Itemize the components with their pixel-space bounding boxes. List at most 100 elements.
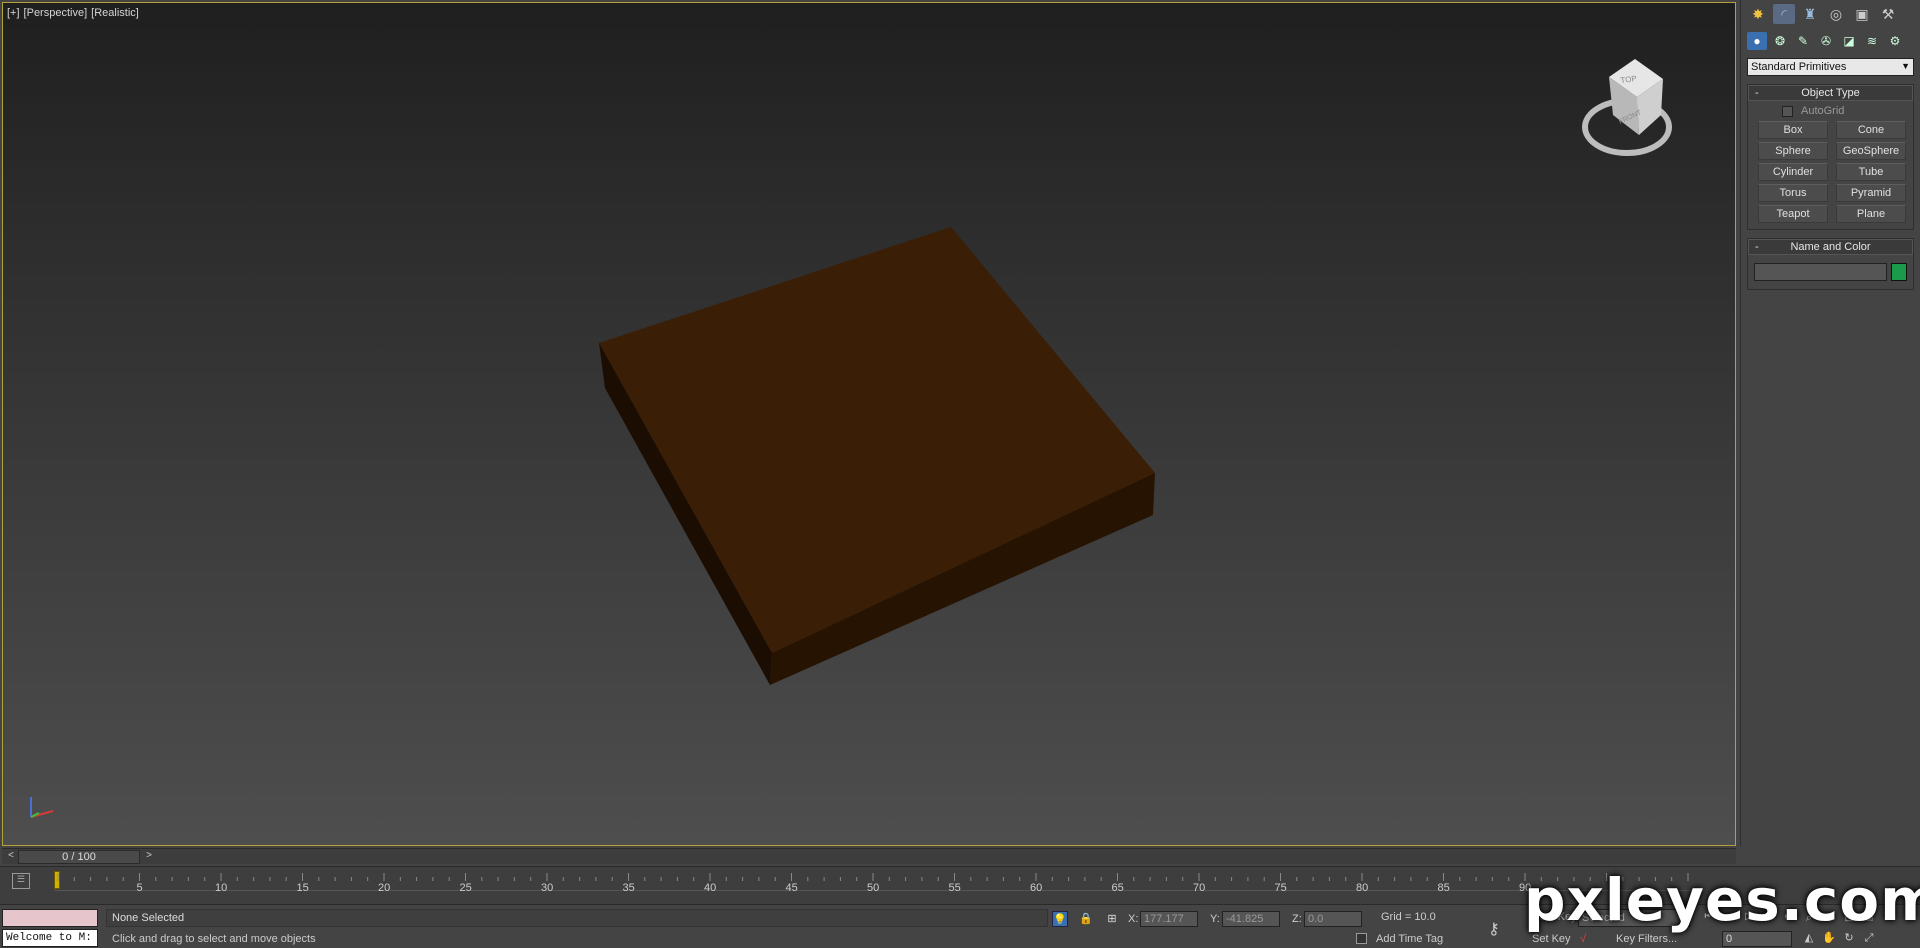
ruler-tick-label: 60	[1030, 882, 1043, 894]
geometry-icon[interactable]: ●	[1747, 32, 1767, 50]
zoom-all-icon[interactable]: ⊕	[1820, 909, 1838, 927]
cameras-icon[interactable]: ✇	[1816, 32, 1836, 50]
play-icon[interactable]: ▷	[1740, 909, 1758, 925]
box-button[interactable]: Box	[1758, 121, 1828, 139]
ruler-tick-label: 5	[136, 882, 143, 894]
status-bar: Welcome to M: None Selected Click and dr…	[0, 904, 1920, 948]
create-tab-icon[interactable]: ✸	[1747, 4, 1769, 24]
autogrid-label: AutoGrid	[1801, 105, 1845, 117]
maxscript-listener-input[interactable]	[2, 909, 98, 927]
display-tab-icon[interactable]: ▣	[1851, 4, 1873, 24]
time-slider[interactable]: < 0 / 100 >	[2, 848, 1736, 864]
box-top-face	[599, 227, 1155, 653]
object-type-rollout: - Object Type AutoGrid Box Cone Sphere G…	[1747, 84, 1914, 230]
rollout-title: Object Type	[1801, 87, 1860, 99]
welcome-text[interactable]: Welcome to M:	[2, 929, 98, 947]
command-panel-tabs: ✸ ◜ ♜ ◎ ▣ ⚒	[1741, 0, 1920, 28]
utilities-tab-icon[interactable]: ⚒	[1877, 4, 1899, 24]
track-bar[interactable]: ☰ 5 10 15 20 25 30 35 40 45 50 55 60 65 70 75 80 85 90	[0, 866, 1920, 904]
autogrid-toggle[interactable]: AutoGrid	[1782, 105, 1913, 117]
next-frame-button[interactable]: >	[142, 850, 156, 864]
time-slider-thumb[interactable]: 0 / 100	[18, 850, 140, 864]
prev-frame-button[interactable]: <	[4, 850, 18, 864]
viewcube[interactable]: TOP FRONT	[1577, 53, 1673, 163]
ruler-tick-label: 85	[1437, 882, 1450, 894]
systems-icon[interactable]: ⚙	[1885, 32, 1905, 50]
ruler-tick-label: 75	[1274, 882, 1287, 894]
cone-button[interactable]: Cone	[1836, 121, 1906, 139]
maximize-viewport-icon[interactable]: ⤢	[1860, 929, 1878, 947]
x-coordinate-field[interactable]: 177.177	[1140, 911, 1198, 927]
name-row	[1748, 255, 1913, 289]
shapes-icon[interactable]: ❂	[1770, 32, 1790, 50]
set-key-icon[interactable]: ⚷	[1488, 919, 1500, 939]
sphere-button[interactable]: Sphere	[1758, 142, 1828, 160]
auto-key-button[interactable]: Auto Key	[1532, 911, 1577, 923]
ruler-tick-label: 70	[1193, 882, 1206, 894]
box-object[interactable]	[3, 3, 1736, 846]
key-selection-dropdown[interactable]: Selected	[1578, 909, 1690, 927]
motion-tab-icon[interactable]: ◎	[1825, 4, 1847, 24]
y-label: Y:	[1210, 913, 1220, 925]
dropdown-value: Standard Primitives	[1751, 61, 1847, 73]
absolute-mode-icon[interactable]: ⊞	[1104, 911, 1120, 927]
go-to-start-icon[interactable]: ⏮	[1700, 909, 1718, 925]
object-color-swatch[interactable]	[1891, 263, 1907, 281]
helpers-icon[interactable]: ◪	[1839, 32, 1859, 50]
add-time-tag[interactable]: Add Time Tag	[1376, 933, 1443, 945]
isolate-selection-icon[interactable]: 💡	[1052, 911, 1068, 927]
spacewarps-icon[interactable]: ≋	[1862, 32, 1882, 50]
set-key-button[interactable]: Set Key	[1532, 933, 1571, 945]
tube-button[interactable]: Tube	[1836, 163, 1906, 181]
go-to-end-icon[interactable]: ⏭	[1780, 909, 1798, 925]
y-coordinate-field[interactable]: -41.825	[1222, 911, 1280, 927]
plane-button[interactable]: Plane	[1836, 205, 1906, 223]
axis-tripod-icon	[30, 797, 54, 818]
curve-icon[interactable]: √	[1580, 933, 1586, 945]
orbit-icon[interactable]: ↻	[1840, 929, 1858, 947]
previous-frame-icon[interactable]: ◂	[1720, 909, 1738, 925]
cylinder-button[interactable]: Cylinder	[1758, 163, 1828, 181]
ruler-tick-label: 30	[541, 882, 554, 894]
collapse-icon: -	[1755, 241, 1759, 253]
object-type-buttons: Box Cone Sphere GeoSphere Cylinder Tube …	[1748, 119, 1913, 229]
z-coordinate-field[interactable]: 0.0	[1304, 911, 1362, 927]
autogrid-checkbox[interactable]	[1782, 105, 1793, 117]
modify-tab-icon[interactable]: ◜	[1773, 4, 1795, 24]
lock-selection-icon[interactable]: 🔒	[1078, 911, 1094, 927]
lights-icon[interactable]: ✎	[1793, 32, 1813, 50]
perspective-viewport[interactable]: [+] [Perspective] [Realistic] TOP FRONT	[2, 2, 1736, 846]
name-and-color-rollout: - Name and Color	[1747, 238, 1914, 290]
ruler-tick-label: 20	[378, 882, 391, 894]
mini-curve-editor-icon[interactable]: ☰	[12, 873, 30, 889]
zoom-extents-icon[interactable]: ⊡	[1840, 909, 1858, 927]
teapot-button[interactable]: Teapot	[1758, 205, 1828, 223]
next-frame-icon[interactable]: ▸	[1760, 909, 1778, 925]
ruler-tick-label: 90	[1519, 882, 1532, 894]
object-name-input[interactable]	[1754, 263, 1888, 281]
ruler-tick-label: 10	[215, 882, 228, 894]
ruler-tick-label: 65	[1111, 882, 1124, 894]
torus-button[interactable]: Torus	[1758, 184, 1828, 202]
object-type-rollout-header[interactable]: - Object Type	[1748, 85, 1913, 101]
field-of-view-icon[interactable]: ◭	[1800, 929, 1818, 947]
geosphere-button[interactable]: GeoSphere	[1836, 142, 1906, 160]
playback-controls: ⏮ ◂ ▷ ▸ ⏭	[1700, 909, 1798, 925]
primitive-category-dropdown[interactable]: Standard Primitives ▼	[1747, 58, 1914, 76]
timeline-ruler[interactable]: 5 10 15 20 25 30 35 40 45 50 55 60 65 70 75 80 85 90	[54, 869, 1704, 894]
hierarchy-tab-icon[interactable]: ♜	[1799, 4, 1821, 24]
zoom-icon[interactable]: ⌕	[1800, 909, 1818, 927]
time-tag-icon[interactable]	[1356, 933, 1367, 944]
rollout-title: Name and Color	[1790, 241, 1871, 253]
x-label: X:	[1128, 913, 1139, 925]
collapse-icon: -	[1755, 87, 1759, 99]
name-color-rollout-header[interactable]: - Name and Color	[1748, 239, 1913, 255]
pyramid-button[interactable]: Pyramid	[1836, 184, 1906, 202]
zoom-extents-all-icon[interactable]: ⧉	[1860, 909, 1878, 927]
current-frame-field[interactable]: 0	[1722, 931, 1792, 947]
key-filters-button[interactable]: Key Filters...	[1616, 933, 1677, 945]
ruler-tick-label: 55	[948, 882, 961, 894]
pan-icon[interactable]: ✋	[1820, 929, 1838, 947]
ruler-tick-label: 80	[1356, 882, 1369, 894]
3dsmax-window: [+] [Perspective] [Realistic] TOP FRONT ✸ …	[0, 0, 1920, 948]
